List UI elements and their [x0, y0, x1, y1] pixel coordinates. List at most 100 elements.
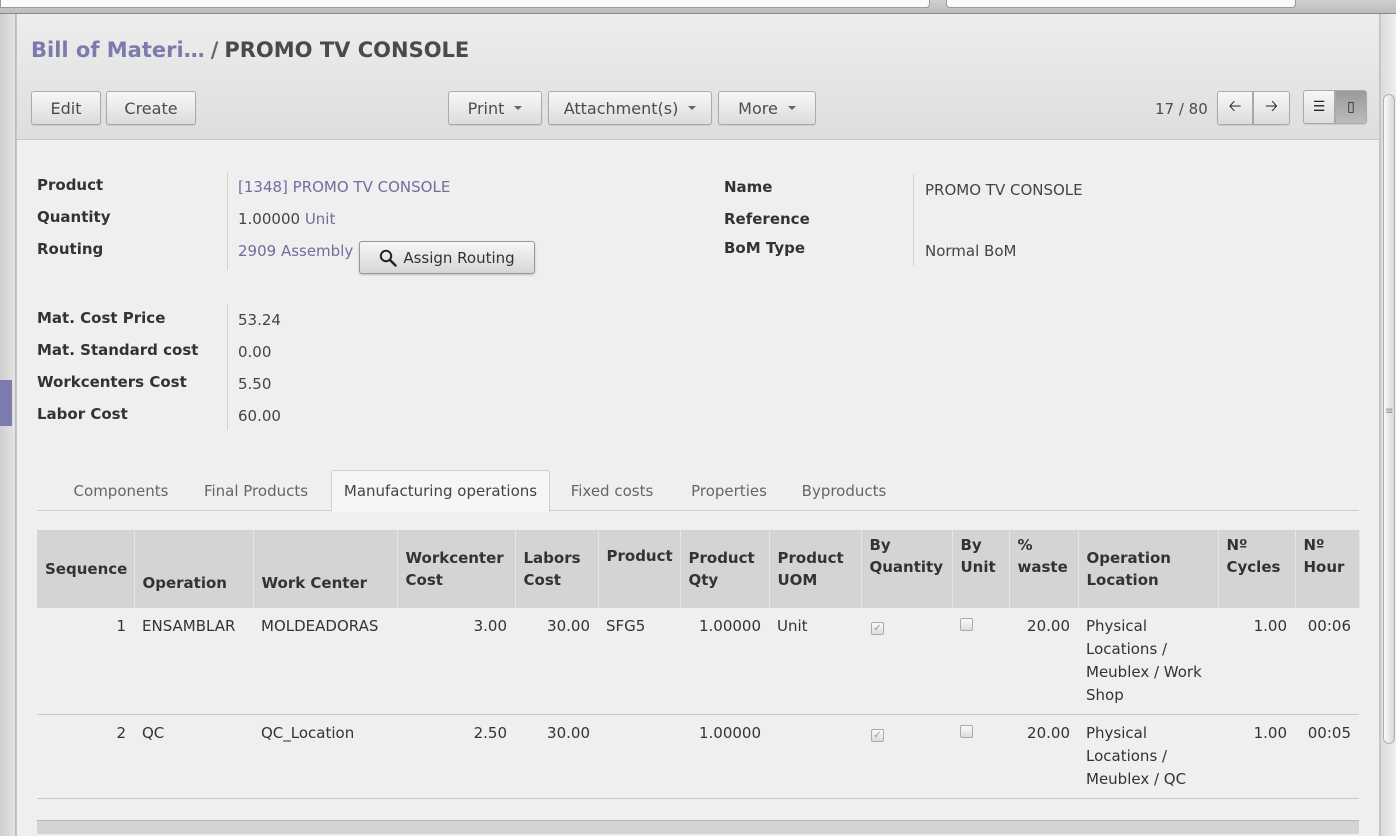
more-dropdown[interactable]: More [718, 91, 816, 125]
assign-routing-button[interactable]: Assign Routing [359, 241, 535, 274]
column-header[interactable]: Operation [134, 530, 254, 608]
cell-labors-cost: 30.00 [515, 714, 598, 799]
more-label: More [738, 98, 778, 118]
operations-table: Sequence Operation Work Center Workcente… [37, 530, 1360, 799]
cell-by-quantity: ✓ [861, 608, 952, 715]
address-bar[interactable] [0, 0, 930, 8]
cell-operation-location: Physical Locations / Meublex / Work Shop [1078, 608, 1218, 715]
edit-button[interactable]: Edit [31, 91, 101, 125]
table-row[interactable]: 2 QC QC_Location 2.50 30.00 1.00000 ✓ 20… [37, 714, 1359, 799]
tab-manufacturing-operations[interactable]: Manufacturing operations [331, 470, 550, 512]
column-header[interactable]: Product Qty [680, 530, 770, 608]
cell-cycles: 1.00 [1218, 608, 1295, 715]
name-value: PROMO TV CONSOLE [925, 181, 1083, 199]
cell-sequence: 2 [37, 714, 134, 799]
print-dropdown[interactable]: Print [448, 91, 542, 125]
tab-fixed-costs[interactable]: Fixed costs [557, 470, 667, 511]
edit-button-label: Edit [50, 98, 82, 118]
column-header[interactable]: Operation Location [1078, 530, 1219, 608]
form-view-icon: ▯ [1347, 99, 1355, 115]
tab-components[interactable]: Components [59, 470, 183, 511]
arrow-right-icon: 🡢 [1265, 95, 1278, 115]
assign-routing-label: Assign Routing [403, 248, 515, 267]
page-scrollbar[interactable]: ≡ [1380, 14, 1396, 836]
by-unit-checkbox[interactable] [960, 618, 973, 631]
routing-link[interactable]: 2909 Assembly [238, 242, 353, 260]
breadcrumb: Bill of Materi… / PROMO TV CONSOLE [31, 38, 469, 62]
cell-by-unit [952, 608, 1009, 715]
create-button[interactable]: Create [106, 91, 196, 125]
cell-operation: QC [134, 714, 253, 799]
product-link[interactable]: [1348] PROMO TV CONSOLE [238, 178, 450, 196]
browser-search-bar[interactable] [946, 0, 1296, 8]
by-quantity-checkbox[interactable]: ✓ [871, 729, 884, 742]
form-view-button[interactable]: ▯ [1335, 90, 1367, 124]
column-header[interactable]: Sequence [37, 530, 135, 608]
create-button-label: Create [124, 98, 178, 118]
side-marker [0, 380, 12, 426]
browser-toolbar [0, 0, 1396, 14]
bom-type-value: Normal BoM [925, 242, 1017, 260]
cell-hour: 00:06 [1295, 608, 1359, 715]
mat-standard-cost-label: Mat. Standard cost [37, 341, 199, 359]
by-quantity-checkbox[interactable]: ✓ [871, 622, 884, 635]
column-header[interactable]: Labors Cost [515, 530, 599, 608]
pager-previous-button[interactable]: 🡠 [1217, 91, 1253, 125]
cell-product [598, 714, 680, 799]
scrollbar-thumb[interactable] [1383, 94, 1395, 744]
mat-cost-label: Mat. Cost Price [37, 309, 166, 327]
field-divider [913, 174, 914, 266]
table-row[interactable]: 1 ENSAMBLAR MOLDEADORAS 3.00 30.00 SFG5 … [37, 608, 1359, 715]
column-header[interactable]: Product UOM [769, 530, 862, 608]
breadcrumb-parent-link[interactable]: Bill of Materi… [31, 38, 205, 62]
column-header[interactable]: Workcenter Cost [397, 530, 516, 608]
field-divider [227, 172, 228, 270]
pager-counter[interactable]: 17 / 80 [1155, 100, 1208, 118]
attachments-dropdown[interactable]: Attachment(s) [548, 91, 712, 125]
column-header[interactable]: Nº Hour [1295, 530, 1360, 608]
cell-waste: 20.00 [1009, 608, 1078, 715]
cell-by-quantity: ✓ [861, 714, 952, 799]
labor-cost-label: Labor Cost [37, 405, 128, 423]
cell-sequence: 1 [37, 608, 134, 715]
cell-hour: 00:05 [1295, 714, 1359, 799]
column-header[interactable]: By Unit [952, 530, 1010, 608]
cell-workcenter-cost: 2.50 [397, 714, 515, 799]
column-header[interactable]: Nº Cycles [1218, 530, 1296, 608]
column-header[interactable]: By Quantity [861, 530, 953, 608]
cell-product: SFG5 [598, 608, 680, 715]
name-label: Name [724, 178, 773, 196]
list-view-button[interactable]: ☰ [1303, 90, 1335, 124]
cell-operation: ENSAMBLAR [134, 608, 253, 715]
cell-product-uom: Unit [769, 608, 861, 715]
control-panel: Bill of Materi… / PROMO TV CONSOLE Edit Cr… [17, 14, 1379, 140]
field-divider [227, 304, 228, 430]
table-footer [37, 820, 1359, 834]
bom-type-label: BoM Type [724, 239, 806, 257]
column-header[interactable]: Work Center [253, 530, 398, 608]
labor-cost-value: 60.00 [238, 407, 281, 425]
by-unit-checkbox[interactable] [960, 725, 973, 738]
column-header[interactable]: Product [598, 530, 681, 608]
caret-down-icon [787, 106, 796, 110]
cell-product-qty: 1.00000 [680, 714, 769, 799]
cell-work-center: MOLDEADORAS [253, 608, 397, 715]
pager-next-button[interactable]: 🡢 [1253, 91, 1290, 125]
quantity-uom-link[interactable]: Unit [305, 210, 336, 228]
column-header[interactable]: % waste [1009, 530, 1079, 608]
cell-labors-cost: 30.00 [515, 608, 598, 715]
reference-label: Reference [724, 210, 810, 228]
tab-byproducts[interactable]: Byproducts [789, 470, 899, 511]
tab-final-products[interactable]: Final Products [189, 470, 323, 511]
routing-label: Routing [37, 240, 104, 258]
list-view-icon: ☰ [1312, 99, 1326, 115]
search-icon [380, 249, 398, 267]
tab-properties[interactable]: Properties [677, 470, 781, 511]
scrollbar-grip-icon: ≡ [1385, 406, 1394, 417]
cell-by-unit [952, 714, 1009, 799]
main-panel: Bill of Materi… / PROMO TV CONSOLE Edit Cr… [16, 14, 1380, 836]
quantity-value: 1.00000 Unit [238, 210, 335, 228]
notebook-tabs: Components Final Products Manufacturing … [37, 470, 1359, 512]
breadcrumb-separator: / [210, 38, 219, 62]
quantity-number: 1.00000 [238, 210, 301, 228]
